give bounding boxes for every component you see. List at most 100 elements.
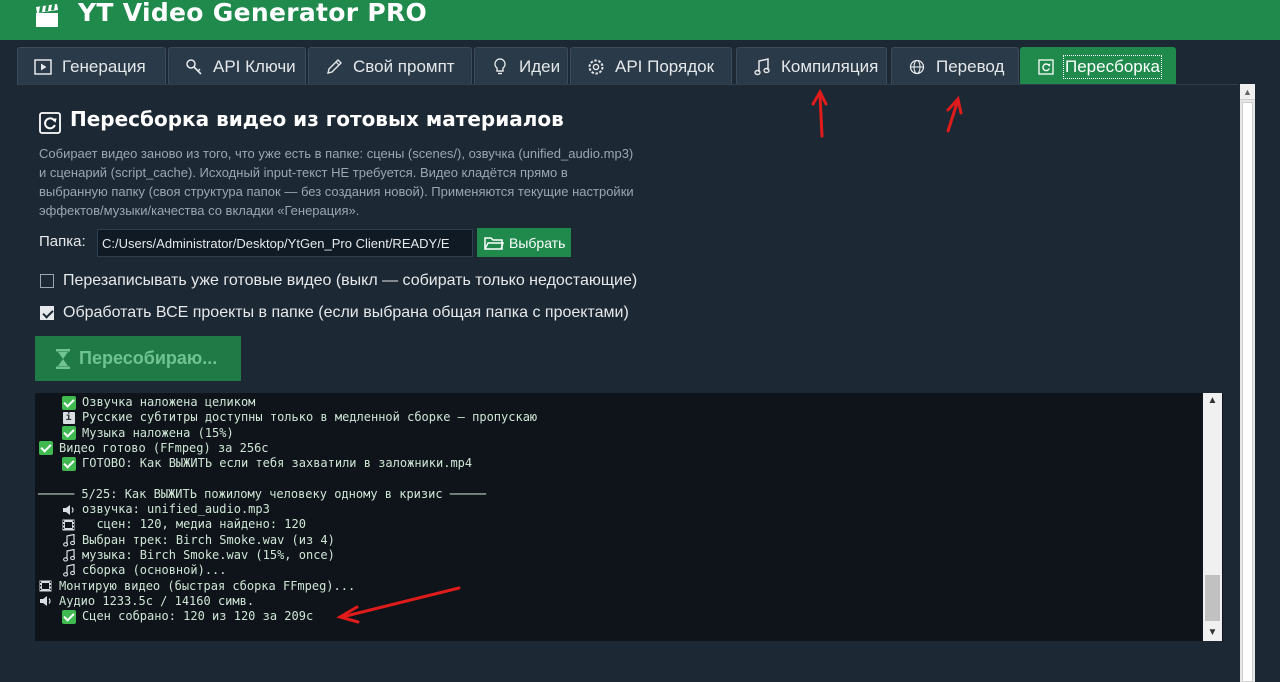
- section-title: Пересборка видео из готовых материалов: [70, 107, 564, 131]
- tab-label: Перевод: [936, 56, 1005, 76]
- scroll-up-icon[interactable]: ▲: [1240, 84, 1255, 100]
- page-scrollbar[interactable]: ▲: [1240, 84, 1255, 682]
- tab-rebuild[interactable]: Пересборка: [1020, 47, 1176, 85]
- check-icon: [61, 609, 76, 624]
- app-title: YT Video Generator PRO: [78, 0, 428, 27]
- log-text: сборка (основной)...: [82, 563, 227, 578]
- choose-folder-button[interactable]: Выбрать: [477, 228, 571, 257]
- log-line: Монтирую видео (быстрая сборка FFmpeg)..…: [38, 579, 355, 594]
- scroll-down-icon[interactable]: ▼: [1203, 625, 1222, 641]
- log-text: Аудио 1233.5с / 14160 симв.: [59, 593, 255, 608]
- section-description: Собирает видео заново из того, что уже е…: [39, 144, 729, 220]
- log-text: Русские субтитры доступны только в медле…: [82, 410, 538, 425]
- check-icon: [61, 456, 76, 471]
- tab-api-order[interactable]: API Порядок: [570, 47, 732, 85]
- log-line: Аудио 1233.5с / 14160 симв.: [38, 594, 254, 609]
- tab-label: Свой промпт: [353, 56, 455, 76]
- log-text: Видео готово (FFmpeg) за 256с: [59, 440, 269, 455]
- log-text: ГОТОВО: Как ВЫЖИТЬ если тебя захватили в…: [82, 456, 473, 471]
- hourglass-icon: [56, 348, 70, 369]
- title-bar: YT Video Generator PRO: [0, 0, 1280, 40]
- tab-label: Генерация: [62, 56, 146, 76]
- process-all-option[interactable]: Обработать ВСЕ проекты в папке (если выб…: [40, 304, 629, 322]
- check-icon: [61, 426, 76, 441]
- tab-ideas[interactable]: Идеи: [474, 47, 568, 85]
- music-note-icon: [61, 533, 76, 548]
- film-icon: [61, 517, 76, 532]
- tab-translation[interactable]: Перевод: [891, 47, 1019, 85]
- log-line: Озвучка наложена целиком: [61, 395, 255, 410]
- speaker-icon: [38, 594, 53, 609]
- log-text: Выбран трек: Birch Smoke.wav (из 4): [82, 532, 335, 547]
- tab-panel-border: [17, 84, 1238, 85]
- log-line: Музыка наложена (15%): [61, 426, 234, 441]
- log-line: ГОТОВО: Как ВЫЖИТЬ если тебя захватили в…: [61, 456, 472, 471]
- log-line: сборка (основной)...: [61, 563, 227, 578]
- tab-label: Пересборка: [1063, 54, 1162, 79]
- log-text: музыка: Birch Smoke.wav (15%, once): [82, 548, 335, 562]
- log-line: озвучка: unified_audio.mp3: [61, 502, 270, 517]
- tab-api-keys[interactable]: API Ключи: [168, 47, 306, 85]
- log-scrollbar[interactable]: ▲ ▼: [1203, 393, 1222, 641]
- music-note-icon: [61, 548, 76, 563]
- log-line: Сцен собрано: 120 из 120 за 209с: [61, 609, 313, 624]
- rebuild-icon: [1035, 57, 1057, 77]
- log-line: музыка: Birch Smoke.wav (15%, once): [61, 548, 335, 563]
- play-icon: [32, 57, 54, 77]
- tab-label: API Ключи: [213, 56, 296, 76]
- overwrite-checkbox[interactable]: [40, 274, 54, 288]
- log-text: Озвучка наложена целиком: [82, 395, 256, 409]
- check-icon: [38, 441, 53, 456]
- annotation-arrow: [946, 95, 963, 133]
- film-icon: [38, 579, 53, 594]
- lightbulb-icon: [489, 57, 511, 77]
- process-all-checkbox[interactable]: [40, 306, 54, 320]
- overwrite-option[interactable]: Перезаписывать уже готовые видео (выкл —…: [40, 272, 637, 290]
- folder-label: Папка:: [39, 233, 86, 250]
- description-line: эффектов/музыки/качества со вкладки «Ген…: [39, 203, 360, 218]
- description-line: и сценарий (script_cache). Исходный inpu…: [39, 165, 568, 180]
- process-all-label: Обработать ВСЕ проекты в папке (если выб…: [63, 304, 629, 321]
- log-text: ───── 5/25: Как ВЫЖИТЬ пожилому человеку…: [38, 486, 486, 501]
- log-text: Музыка наложена (15%): [82, 425, 234, 440]
- pencil-icon: [323, 57, 345, 77]
- log-output[interactable]: Озвучка наложена целиком i Русские субтитр…: [35, 393, 1223, 641]
- log-line: Видео готово (FFmpeg) за 256с: [38, 441, 269, 456]
- tab-label: Компиляция: [781, 56, 879, 76]
- tab-label: API Порядок: [615, 56, 715, 76]
- rebuild-button[interactable]: Пересобираю...: [35, 336, 241, 381]
- clapperboard-icon: [36, 4, 58, 27]
- rebuild-icon: [39, 112, 61, 134]
- music-note-icon: [61, 563, 76, 578]
- log-line: Выбран трек: Birch Smoke.wav (из 4): [61, 533, 335, 548]
- tab-custom-prompt[interactable]: Свой промпт: [308, 47, 472, 85]
- tab-compilation[interactable]: Компиляция: [736, 47, 887, 85]
- info-icon: i: [61, 410, 76, 425]
- rebuild-button-label: Пересобираю...: [79, 348, 218, 368]
- log-line: i Русские субтитры доступны только в медл…: [61, 410, 537, 425]
- description-line: выбранную папку (своя структура папок — …: [39, 184, 634, 199]
- log-text: озвучка: unified_audio.mp3: [82, 502, 270, 517]
- log-line: сцен: 120, медиа найдено: 120: [61, 517, 306, 532]
- log-text: Монтирую видео (быстрая сборка FFmpeg)..…: [59, 578, 356, 593]
- tab-generation[interactable]: Генерация: [17, 47, 166, 85]
- speaker-icon: [61, 502, 76, 517]
- music-note-icon: [751, 57, 773, 77]
- log-text: Сцен собрано: 120 из 120 за 209с: [82, 609, 314, 624]
- gear-icon: [585, 57, 607, 77]
- check-icon: [61, 395, 76, 410]
- folder-path-input[interactable]: [97, 229, 473, 257]
- scroll-up-icon[interactable]: ▲: [1203, 393, 1222, 409]
- log-text: сцен: 120, медиа найдено: 120: [82, 517, 306, 532]
- scrollbar-thumb[interactable]: [1205, 575, 1220, 621]
- overwrite-label: Перезаписывать уже готовые видео (выкл —…: [63, 272, 638, 289]
- scrollbar-thumb[interactable]: [1242, 102, 1253, 682]
- folder-icon: [484, 236, 504, 250]
- description-line: Собирает видео заново из того, что уже е…: [39, 146, 634, 161]
- globe-icon: [906, 57, 928, 77]
- log-line: ───── 5/25: Как ВЫЖИТЬ пожилому человеку…: [38, 487, 486, 502]
- annotation-arrow: [811, 88, 828, 138]
- tab-label: Идеи: [519, 56, 561, 76]
- choose-folder-label: Выбрать: [509, 234, 566, 251]
- key-icon: [183, 57, 205, 77]
